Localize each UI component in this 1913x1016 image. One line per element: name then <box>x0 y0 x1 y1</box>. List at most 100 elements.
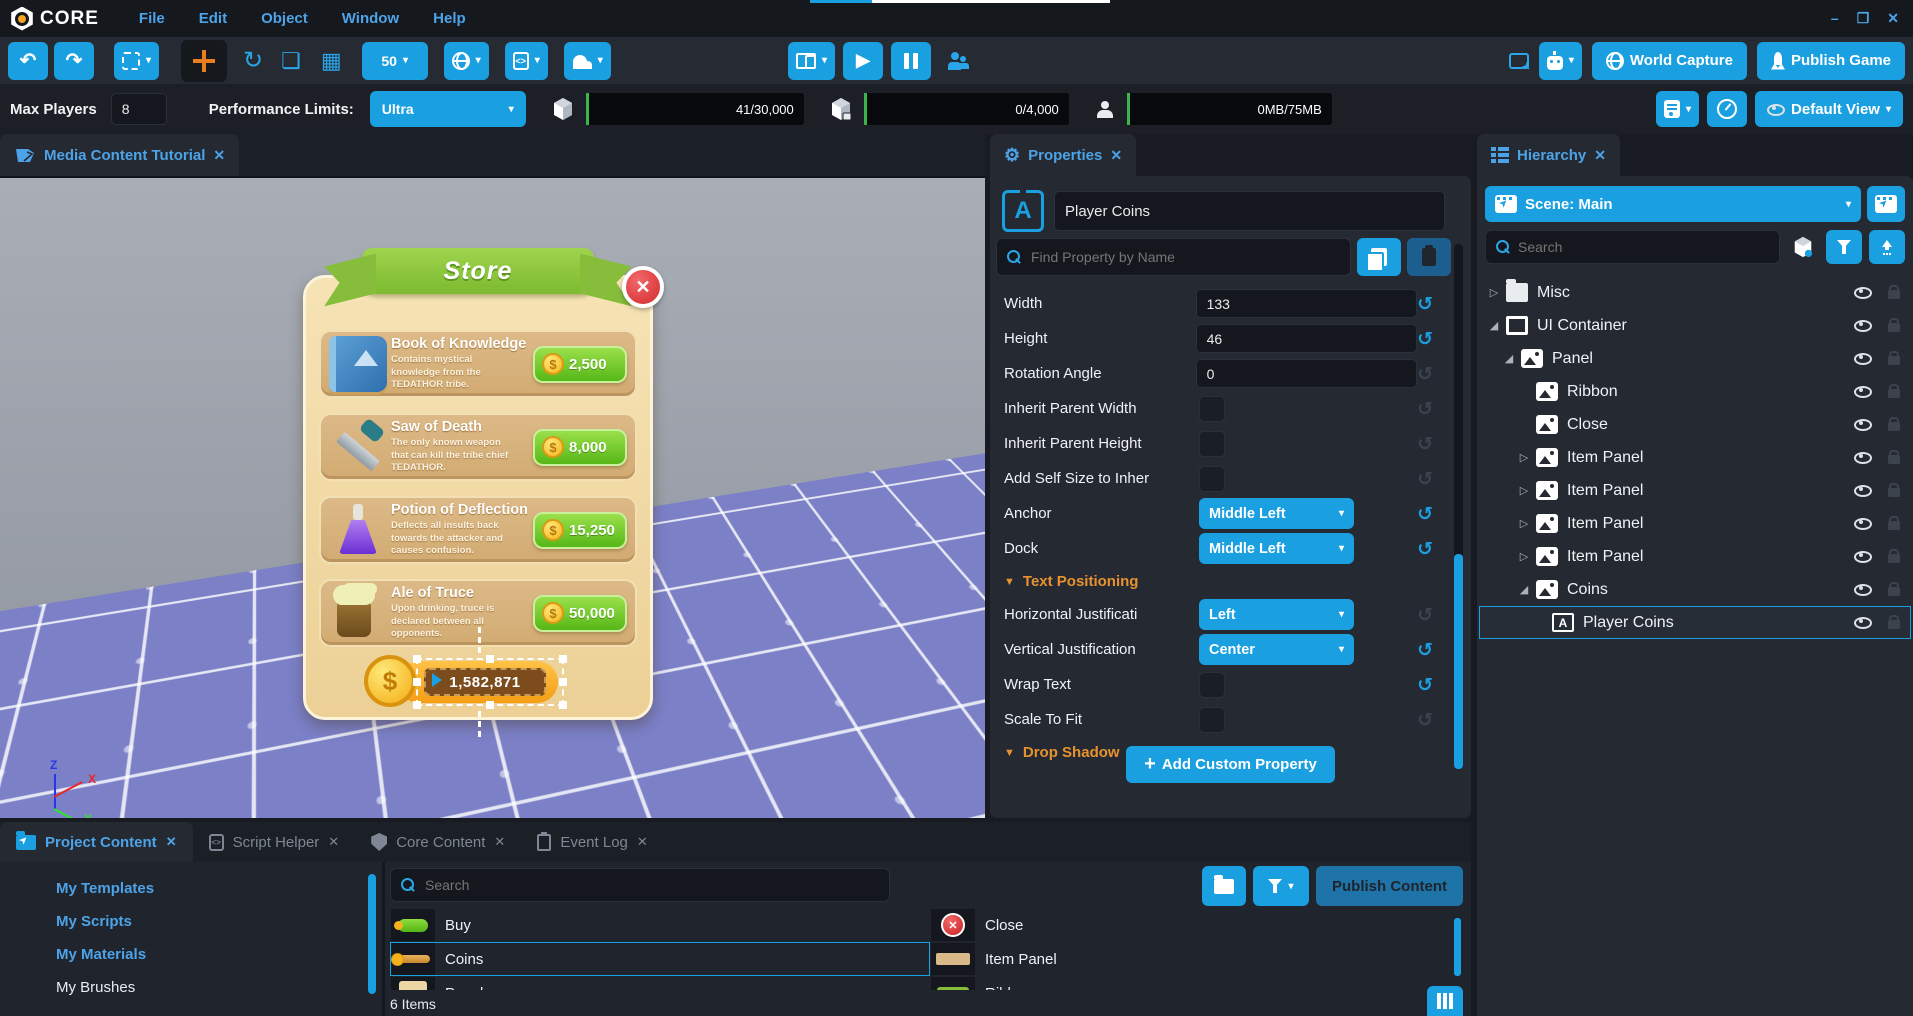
expander-expanded-icon[interactable]: ◢ <box>1516 583 1532 596</box>
visibility-eye-icon[interactable] <box>1854 551 1872 563</box>
visibility-eye-icon[interactable] <box>1854 353 1872 365</box>
buy-price-button[interactable]: $ 15,250 <box>533 512 627 549</box>
store-item-row[interactable]: Saw of Death The only known weapon that … <box>319 413 637 481</box>
rotate-tool-icon[interactable]: ↻ <box>243 46 263 75</box>
hierarchy-filter-button[interactable] <box>1826 230 1862 264</box>
menu-help[interactable]: Help <box>433 10 466 27</box>
visibility-eye-icon[interactable] <box>1854 320 1872 332</box>
width-input[interactable] <box>1196 289 1417 318</box>
tab-project-content[interactable]: Project Content ✕ <box>0 822 193 862</box>
store-close-button[interactable]: ✕ <box>622 266 664 308</box>
asset-tile-buy[interactable]: Buy <box>390 908 930 942</box>
tab-close-icon[interactable]: ✕ <box>166 834 177 850</box>
visibility-eye-icon[interactable] <box>1854 419 1872 431</box>
menu-edit[interactable]: Edit <box>199 10 227 27</box>
tab-core-content[interactable]: Core Content ✕ <box>355 822 521 862</box>
redo-button[interactable]: ↷ <box>54 42 94 80</box>
visibility-eye-icon[interactable] <box>1854 485 1872 497</box>
sidebar-scrollbar[interactable] <box>368 874 376 994</box>
reset-icon[interactable]: ↺ <box>1417 674 1433 696</box>
lock-icon[interactable] <box>1888 554 1900 563</box>
default-view-dropdown[interactable]: Default View ▾ <box>1755 91 1903 127</box>
lock-icon[interactable] <box>1888 587 1900 596</box>
hierarchy-node-misc[interactable]: ▷ Misc <box>1479 276 1911 309</box>
expander-collapsed-icon[interactable]: ▷ <box>1516 484 1532 497</box>
copy-properties-button[interactable] <box>1357 238 1401 276</box>
hierarchy-search-input[interactable] <box>1518 239 1769 255</box>
network-context-cube-icon[interactable] <box>1787 236 1819 258</box>
tab-close-icon[interactable]: ✕ <box>637 834 648 850</box>
hierarchy-node-panel[interactable]: ◢ Panel <box>1479 342 1911 375</box>
dock-dropdown[interactable]: Middle Left▾ <box>1199 533 1354 564</box>
reset-icon[interactable]: ↺ <box>1417 604 1433 626</box>
visibility-eye-icon[interactable] <box>1854 518 1872 530</box>
hierarchy-node-item-panel[interactable]: ▷ Item Panel <box>1479 507 1911 540</box>
menu-object[interactable]: Object <box>261 10 308 27</box>
reset-icon[interactable]: ↺ <box>1417 468 1433 490</box>
properties-tab-close-icon[interactable]: ✕ <box>1110 147 1122 164</box>
publish-content-button[interactable]: Publish Content <box>1316 866 1463 906</box>
preview-device-dropdown[interactable]: ▾ <box>788 42 835 80</box>
reset-icon[interactable]: ↺ <box>1417 293 1433 315</box>
expander-collapsed-icon[interactable]: ▷ <box>1516 517 1532 530</box>
hierarchy-node-coins[interactable]: ◢ Coins <box>1479 573 1911 606</box>
tab-close-icon[interactable]: ✕ <box>328 834 339 850</box>
property-search-input[interactable] <box>1031 249 1340 265</box>
browse-folder-button[interactable] <box>1202 866 1246 906</box>
asset-filter-dropdown[interactable]: ▾ <box>1253 866 1309 906</box>
reset-icon[interactable]: ↺ <box>1417 538 1433 560</box>
close-window-button[interactable]: ✕ <box>1887 10 1899 27</box>
play-button[interactable]: ▶ <box>843 42 883 80</box>
hierarchy-node-ribbon[interactable]: Ribbon <box>1479 375 1911 408</box>
selection-mode-dropdown[interactable]: ▾ <box>114 42 159 80</box>
lock-icon[interactable] <box>1888 488 1900 497</box>
store-item-row[interactable]: Book of Knowledge Contains mystical know… <box>319 330 637 398</box>
tab-event-log[interactable]: Event Log ✕ <box>521 822 663 862</box>
wrap-text-checkbox[interactable] <box>1199 672 1225 698</box>
asset-search-input[interactable] <box>425 877 879 893</box>
sidebar-item-my-materials[interactable]: My Materials <box>0 938 380 971</box>
rotation-angle-input[interactable] <box>1196 359 1417 388</box>
horizontal-justification-dropdown[interactable]: Left▾ <box>1199 599 1354 630</box>
expander-collapsed-icon[interactable]: ▷ <box>1486 286 1502 299</box>
hierarchy-node-ui-container[interactable]: ◢ UI Container <box>1479 309 1911 342</box>
asset-tile-panel[interactable]: Panel <box>390 976 930 990</box>
minimize-button[interactable]: – <box>1831 10 1839 27</box>
viewport-3d-scene[interactable]: Z X Y Store ✕ Book of Knowledge <box>0 176 985 818</box>
multiplayer-preview-icon[interactable] <box>947 52 969 70</box>
performance-limits-dropdown[interactable]: Ultra▾ <box>370 91 526 127</box>
reset-icon[interactable]: ↺ <box>1417 433 1433 455</box>
scale-to-fit-checkbox[interactable] <box>1199 707 1225 733</box>
tab-close-icon[interactable]: ✕ <box>494 834 505 850</box>
inherit-parent-width-checkbox[interactable] <box>1199 396 1225 422</box>
asset-tile-close[interactable]: ✕ Close <box>930 908 1461 942</box>
sidebar-divider[interactable] <box>382 862 385 1016</box>
object-name-input[interactable] <box>1054 191 1445 231</box>
world-capture-button[interactable]: World Capture <box>1592 42 1747 80</box>
max-players-input[interactable] <box>111 93 167 125</box>
ai-assistant-dropdown[interactable]: ▾ <box>1539 42 1582 80</box>
property-search-field[interactable] <box>996 238 1351 276</box>
reset-icon[interactable]: ↺ <box>1417 639 1433 661</box>
lock-icon[interactable] <box>1888 455 1900 464</box>
expander-expanded-icon[interactable]: ◢ <box>1486 319 1502 332</box>
performance-gauge-button[interactable] <box>1707 91 1747 127</box>
expander-collapsed-icon[interactable]: ▷ <box>1516 550 1532 563</box>
add-self-size-checkbox[interactable] <box>1199 466 1225 492</box>
section-text-positioning[interactable]: ▼ Text Positioning <box>1004 566 1433 597</box>
add-custom-property-button[interactable]: + Add Custom Property <box>1126 746 1335 783</box>
move-tool-button[interactable] <box>181 40 227 82</box>
hierarchy-node-item-panel[interactable]: ▷ Item Panel <box>1479 441 1911 474</box>
world-settings-dropdown[interactable]: ▾ <box>444 42 489 80</box>
lock-icon[interactable] <box>1888 521 1900 530</box>
snap-size-dropdown[interactable]: 50▾ <box>362 42 428 80</box>
properties-tab[interactable]: ⚙ Properties ✕ <box>990 134 1136 176</box>
viewport-tab[interactable]: Media Content Tutorial ✕ <box>0 134 239 176</box>
buy-price-button[interactable]: $ 50,000 <box>533 595 627 632</box>
visibility-eye-icon[interactable] <box>1854 584 1872 596</box>
store-item-row[interactable]: Potion of Deflection Deflects all insult… <box>319 496 637 564</box>
hierarchy-node-close[interactable]: Close <box>1479 408 1911 441</box>
lock-icon[interactable] <box>1888 356 1900 365</box>
height-input[interactable] <box>1196 324 1417 353</box>
visibility-eye-icon[interactable] <box>1854 287 1872 299</box>
